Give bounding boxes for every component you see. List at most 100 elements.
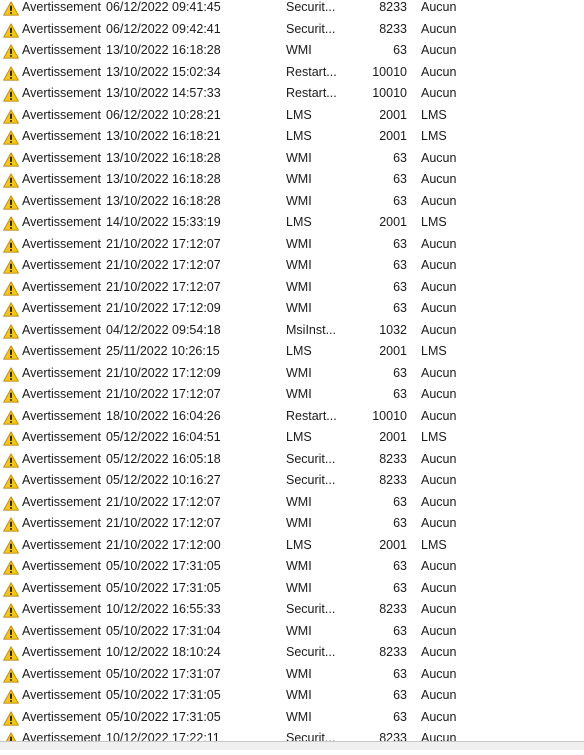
event-row[interactable]: Avertissement 06/12/2022 09:42:41 Securit.… — [0, 19, 584, 41]
event-row[interactable]: Avertissement 25/11/2022 10:26:15 LMS 2001 L… — [0, 341, 584, 363]
warning-icon — [3, 452, 19, 468]
warning-icon — [3, 366, 19, 382]
date-cell: 06/12/2022 09:42:41 — [106, 21, 221, 36]
date-cell: 10/12/2022 18:10:24 — [106, 645, 221, 659]
date-cell: 21/10/2022 17:12:07 — [106, 236, 221, 251]
event-id-cell: 63 — [393, 623, 407, 638]
source-cell: Securit... — [286, 645, 336, 659]
source-cell: WMI — [286, 236, 312, 251]
event-row[interactable]: Avertissement 05/10/2022 17:31:04 WMI 63 Auc… — [0, 621, 584, 643]
event-row[interactable]: Avertissement 13/10/2022 16:18:28 WMI 63 Auc… — [0, 40, 584, 62]
event-id-cell: 2001 — [379, 344, 407, 358]
event-id-cell: 63 — [393, 193, 407, 208]
date-cell: 21/10/2022 17:12:07 — [106, 494, 221, 509]
horizontal-scrollbar[interactable] — [0, 741, 584, 750]
level-cell: Avertissement — [22, 580, 101, 595]
date-cell: 13/10/2022 16:18:28 — [106, 43, 221, 57]
event-row[interactable]: Avertissement 04/12/2022 09:54:18 MsiInst.… — [0, 320, 584, 342]
event-row[interactable]: Avertissement 21/10/2022 17:12:07 WMI 63 Auc… — [0, 277, 584, 299]
warning-icon — [3, 646, 19, 661]
event-row[interactable]: Avertissement 14/10/2022 15:33:19 LMS 2001 L… — [0, 212, 584, 234]
event-row[interactable]: Avertissement 21/10/2022 17:12:09 WMI 63 Auc… — [0, 363, 584, 385]
warning-icon — [3, 87, 19, 102]
event-id-cell: 8233 — [379, 451, 407, 466]
level-cell: Avertissement — [22, 150, 101, 165]
event-row[interactable]: Avertissement 13/10/2022 16:18:28 WMI 63 Auc… — [0, 148, 584, 170]
warning-icon — [3, 44, 19, 59]
event-row[interactable]: Avertissement 13/10/2022 14:57:33 Restart.… — [0, 83, 584, 105]
event-row[interactable]: Avertissement 21/10/2022 17:12:00 LMS 2001 L… — [0, 535, 584, 557]
event-id-cell: 63 — [393, 580, 407, 595]
warning-icon — [3, 581, 19, 597]
event-row[interactable]: Avertissement 10/12/2022 18:10:24 Securit.… — [0, 642, 584, 664]
event-id-cell: 2001 — [379, 430, 407, 444]
date-cell: 21/10/2022 17:12:07 — [106, 279, 221, 294]
date-cell: 10/12/2022 16:55:33 — [106, 602, 221, 616]
category-cell: Aucun — [421, 64, 457, 79]
date-cell: 05/10/2022 17:31:07 — [106, 666, 221, 681]
level-cell: Avertissement — [22, 344, 101, 358]
level-cell: Avertissement — [22, 129, 101, 143]
source-cell: Securit... — [286, 451, 336, 466]
event-row[interactable]: Avertissement 13/10/2022 16:18:21 LMS 2001 L… — [0, 126, 584, 148]
event-row[interactable]: Avertissement 06/12/2022 10:28:21 LMS 2001 L… — [0, 105, 584, 127]
event-row[interactable]: Avertissement 13/10/2022 16:18:28 WMI 63 Auc… — [0, 191, 584, 213]
category-cell: Aucun — [421, 473, 457, 487]
source-cell: WMI — [286, 43, 312, 57]
level-cell: Avertissement — [22, 21, 101, 36]
level-cell: Avertissement — [22, 709, 101, 724]
date-cell: 06/12/2022 10:28:21 — [106, 107, 221, 122]
date-cell: 25/11/2022 10:26:15 — [106, 344, 220, 358]
event-row[interactable]: Avertissement 05/12/2022 16:04:51 LMS 2001 L… — [0, 427, 584, 449]
event-row[interactable]: Avertissement 05/12/2022 16:05:18 Securit.… — [0, 449, 584, 471]
source-cell: WMI — [286, 559, 312, 573]
event-row[interactable]: Avertissement 05/10/2022 17:31:05 WMI 63 Auc… — [0, 556, 584, 578]
event-id-cell: 2001 — [379, 129, 407, 143]
category-cell: Aucun — [421, 43, 457, 57]
source-cell: LMS — [286, 537, 312, 552]
event-row[interactable]: Avertissement 06/12/2022 09:41:45 Securit.… — [0, 0, 584, 19]
warning-icon — [3, 409, 19, 425]
date-cell: 05/12/2022 10:16:27 — [106, 473, 221, 487]
warning-icon — [3, 65, 19, 81]
level-cell: Avertissement — [22, 645, 101, 659]
date-cell: 21/10/2022 17:12:09 — [106, 301, 221, 315]
event-id-cell: 8233 — [379, 0, 407, 14]
event-row[interactable]: Avertissement 18/10/2022 16:04:26 Restart.… — [0, 406, 584, 428]
event-row[interactable]: Avertissement 05/10/2022 17:31:05 WMI 63 Auc… — [0, 578, 584, 600]
event-row[interactable]: Avertissement 10/12/2022 16:55:33 Securit.… — [0, 599, 584, 621]
event-row[interactable]: Avertissement 05/10/2022 17:31:05 WMI 63 Auc… — [0, 685, 584, 707]
event-row[interactable]: Avertissement 13/10/2022 16:18:28 WMI 63 Auc… — [0, 169, 584, 191]
event-row[interactable]: Avertissement 21/10/2022 17:12:07 WMI 63 Auc… — [0, 234, 584, 256]
warning-icon — [3, 130, 19, 145]
date-cell: 13/10/2022 16:18:21 — [106, 129, 221, 143]
event-row[interactable]: Avertissement 21/10/2022 17:12:07 WMI 63 Auc… — [0, 513, 584, 535]
event-row[interactable]: Avertissement 05/10/2022 17:31:07 WMI 63 Auc… — [0, 664, 584, 686]
level-cell: Avertissement — [22, 0, 101, 14]
category-cell: LMS — [421, 215, 447, 229]
category-cell: Aucun — [421, 645, 457, 659]
date-cell: 13/10/2022 16:18:28 — [106, 193, 221, 208]
category-cell: LMS — [421, 430, 447, 444]
level-cell: Avertissement — [22, 408, 101, 423]
event-id-cell: 63 — [393, 365, 407, 380]
date-cell: 05/10/2022 17:31:04 — [106, 623, 221, 638]
category-cell: Aucun — [421, 666, 457, 681]
event-id-cell: 63 — [393, 236, 407, 251]
event-row[interactable]: Avertissement 21/10/2022 17:12:07 WMI 63 Auc… — [0, 492, 584, 514]
event-row[interactable]: Avertissement 21/10/2022 17:12:07 WMI 63 Auc… — [0, 255, 584, 277]
event-id-cell: 63 — [393, 559, 407, 573]
warning-icon — [3, 624, 19, 640]
event-row[interactable]: Avertissement 05/10/2022 17:31:05 WMI 63 Auc… — [0, 707, 584, 729]
level-cell: Avertissement — [22, 430, 101, 444]
event-id-cell: 63 — [393, 387, 407, 401]
source-cell: LMS — [286, 430, 312, 444]
level-cell: Avertissement — [22, 258, 101, 272]
event-row[interactable]: Avertissement 13/10/2022 15:02:34 Restart.… — [0, 62, 584, 84]
event-row[interactable]: Avertissement 05/12/2022 10:16:27 Securit.… — [0, 470, 584, 492]
category-cell: Aucun — [421, 236, 457, 251]
level-cell: Avertissement — [22, 172, 101, 186]
event-row[interactable]: Avertissement 21/10/2022 17:12:09 WMI 63 Auc… — [0, 298, 584, 320]
event-id-cell: 63 — [393, 666, 407, 681]
event-row[interactable]: Avertissement 21/10/2022 17:12:07 WMI 63 Auc… — [0, 384, 584, 406]
